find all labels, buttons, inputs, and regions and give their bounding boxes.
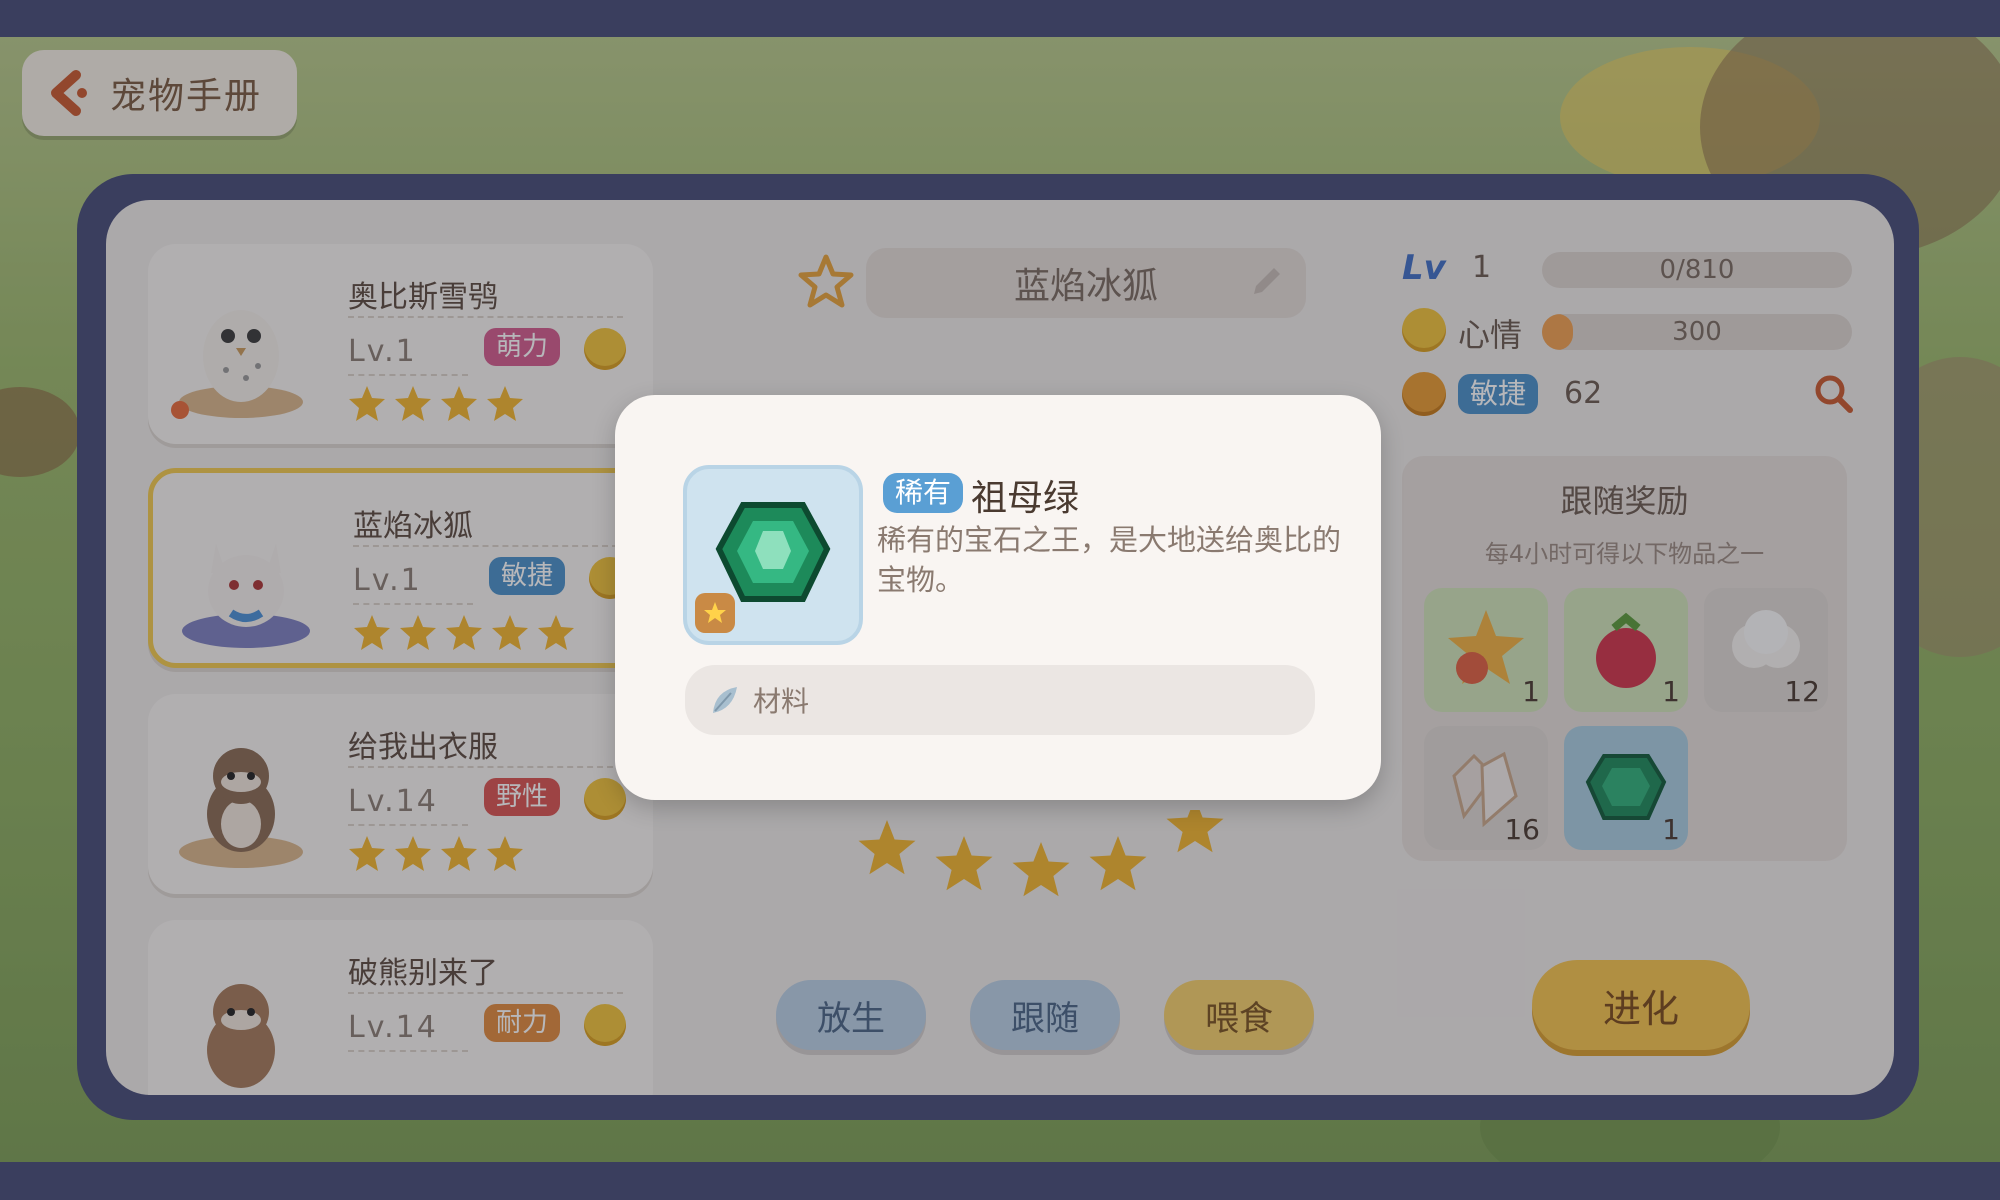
rarity-star-badge-icon — [695, 593, 735, 633]
leaf-category-icon — [713, 687, 737, 713]
item-category-label: 材料 — [753, 685, 810, 718]
rarity-tag: 稀有 — [883, 473, 964, 513]
item-icon-frame — [683, 465, 863, 645]
item-name: 祖母绿 — [971, 478, 1080, 519]
item-description: 稀有的宝石之王，是大地送给奥比的宝物。 — [877, 523, 1342, 597]
item-info-dialog: 稀有 祖母绿 稀有的宝石之王，是大地送给奥比的宝物。 材料 — [615, 395, 1381, 800]
item-category: 材料 — [685, 665, 1315, 735]
